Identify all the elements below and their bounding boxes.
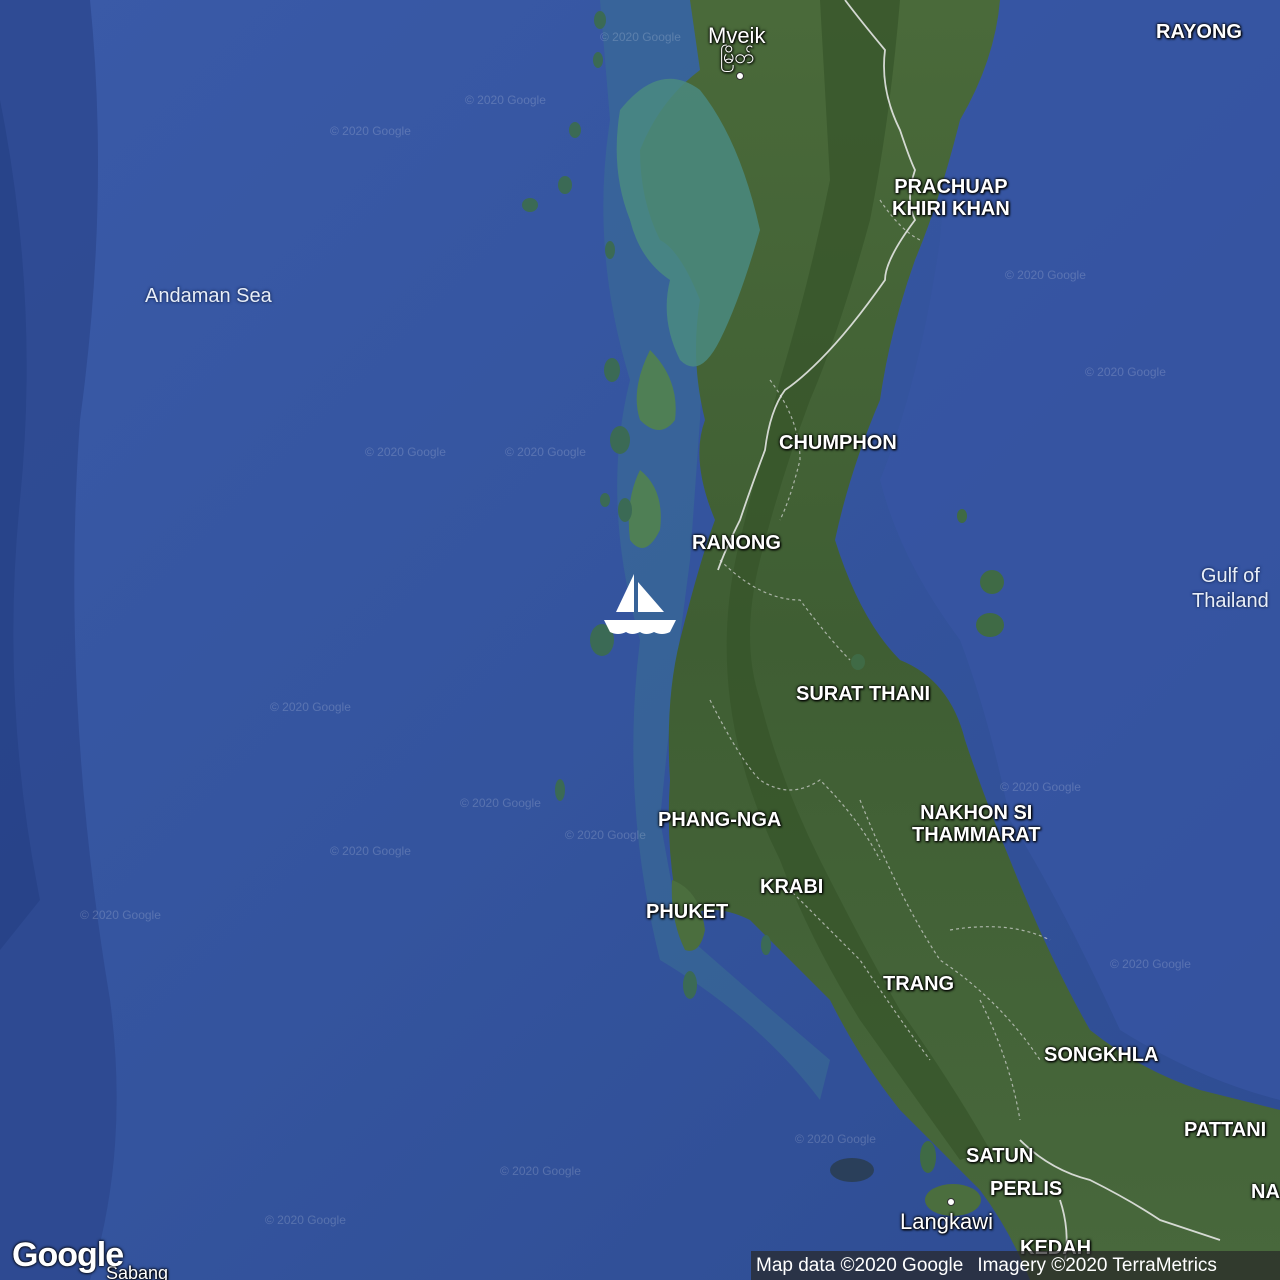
watermark: © 2020 Google [80,908,161,922]
place-na[interactable]: NA [1251,1181,1280,1203]
place-krabi[interactable]: KRABI [760,876,823,898]
attribution-bar: Map data ©2020 Google Imagery ©2020 Terra… [751,1251,1280,1280]
prachuap-line1: PRACHUAP [894,176,1008,198]
sailboat-icon[interactable] [602,570,678,640]
map-data-attribution[interactable]: Map data ©2020 Google [756,1255,963,1276]
place-trang[interactable]: TRANG [883,973,954,995]
watermark: © 2020 Google [500,1164,581,1178]
watermark: © 2020 Google [1005,268,1086,282]
watermark: © 2020 Google [505,445,586,459]
prachuap-line2: KHIRI KHAN [892,198,1010,220]
google-logo[interactable]: Google [12,1236,124,1275]
satellite-map[interactable]: © 2020 Google © 2020 Google © 2020 Googl… [0,0,1280,1280]
place-satun[interactable]: SATUN [966,1145,1033,1167]
watermark: © 2020 Google [330,844,411,858]
place-songkhla[interactable]: SONGKHLA [1044,1044,1158,1066]
watermark: © 2020 Google [1110,957,1191,971]
place-rayong[interactable]: RAYONG [1156,21,1242,43]
watermark: © 2020 Google [460,796,541,810]
watermark: © 2020 Google [465,93,546,107]
place-phuket[interactable]: PHUKET [646,901,728,923]
gulf-of-thailand-label: Gulf of Thailand [1192,564,1269,614]
place-prachuap-khiri-khan[interactable]: PRACHUAP KHIRI KHAN [892,176,1010,220]
place-mveik[interactable]: Mveik မြိတ် [708,23,766,68]
watermark: © 2020 Google [270,700,351,714]
andaman-sea-label: Andaman Sea [145,285,272,307]
place-chumphon[interactable]: CHUMPHON [779,432,897,454]
imagery-attribution: Imagery ©2020 TerraMetrics [977,1255,1217,1276]
place-nakhon-si-thammarat[interactable]: NAKHON SI THAMMARAT [912,802,1041,846]
mveik-city-dot [736,72,744,80]
gulf-label-line2: Thailand [1192,590,1269,612]
watermark: © 2020 Google [795,1132,876,1146]
nakhon-line2: THAMMARAT [912,824,1041,846]
map-imagery [0,0,1280,1280]
mveik-script-label: မြိတ် [719,46,754,68]
place-ranong[interactable]: RANONG [692,532,781,554]
watermark: © 2020 Google [1000,780,1081,794]
watermark: © 2020 Google [265,1213,346,1227]
nakhon-line1: NAKHON SI [920,802,1033,824]
watermark: © 2020 Google [565,828,646,842]
place-perlis[interactable]: PERLIS [990,1178,1062,1200]
watermark: © 2020 Google [600,30,681,44]
watermark: © 2020 Google [330,124,411,138]
place-phang-nga[interactable]: PHANG-NGA [658,809,781,831]
mveik-label: Mveik [708,23,766,48]
place-surat-thani[interactable]: SURAT THANI [796,683,930,705]
langkawi-city-dot [947,1198,955,1206]
gulf-label-line1: Gulf of [1200,565,1260,587]
watermark: © 2020 Google [1085,365,1166,379]
place-pattani[interactable]: PATTANI [1184,1119,1266,1141]
place-langkawi[interactable]: Langkawi [900,1211,993,1233]
watermark: © 2020 Google [365,445,446,459]
